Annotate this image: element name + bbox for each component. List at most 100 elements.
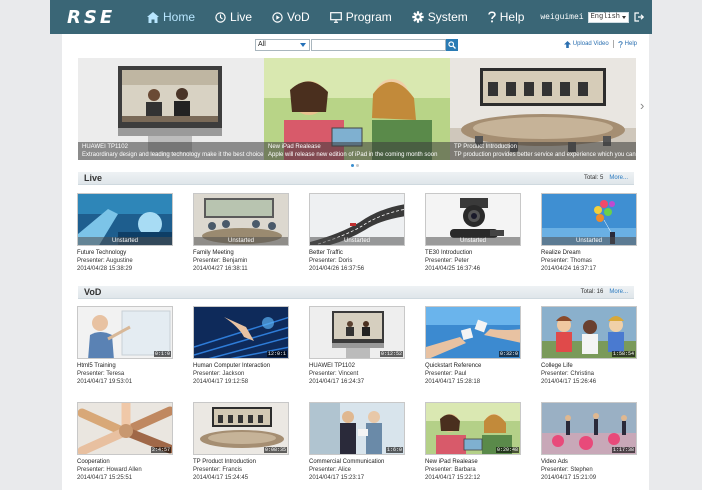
video-thumbnail[interactable]: Unstarted [541, 193, 637, 246]
video-presenter: Presenter: Christina [541, 371, 595, 377]
vod-card[interactable]: 1:17:38 Video Ads Presenter: Stephen 201… [541, 402, 637, 482]
video-duration: 0:1:0 [153, 351, 171, 357]
video-title[interactable]: Cooperation [77, 458, 173, 466]
banner-caption: TP Product Introduction TP production pr… [450, 142, 636, 160]
video-date: 2014/04/17 16:24:37 [309, 379, 365, 385]
live-card[interactable]: Unstarted Family Meeting Presenter: Benj… [193, 193, 289, 273]
video-thumbnail[interactable]: 12:0:1 [193, 306, 289, 359]
question-icon [487, 11, 496, 23]
video-thumbnail[interactable]: Unstarted [193, 193, 289, 246]
nav-program[interactable]: Program [329, 10, 392, 24]
video-title[interactable]: College Life [541, 362, 637, 370]
search-scope-select[interactable]: All [255, 39, 310, 51]
username: weiguimei [540, 12, 584, 22]
vod-card[interactable]: 2:4:57 Cooperation Presenter: Howard All… [77, 402, 173, 482]
video-title[interactable]: Human Computer Interaction [193, 362, 289, 370]
video-thumbnail[interactable]: 1:17:38 [541, 402, 637, 455]
video-date: 2014/04/17 15:24:45 [193, 475, 249, 481]
search-button[interactable] [446, 39, 458, 51]
vod-card[interactable]: 12:0:1 Human Computer Interaction Presen… [193, 306, 289, 386]
video-presenter: Presenter: Alice [309, 467, 352, 473]
search-input[interactable] [311, 39, 446, 51]
video-title[interactable]: Realize Dream [541, 249, 637, 257]
video-date: 2014/04/28 15:38:29 [77, 266, 133, 272]
video-date: 2014/04/17 19:12:58 [193, 379, 249, 385]
video-title[interactable]: Commercial Communication [309, 458, 405, 466]
logout-icon[interactable] [634, 12, 644, 22]
video-thumbnail[interactable]: 0:1:0 [77, 306, 173, 359]
video-title[interactable]: Video Ads [541, 458, 637, 466]
vod-card[interactable]: 0:20:48 New iPad Realease Presenter: Bar… [425, 402, 521, 482]
banner-slide[interactable]: New iPad Realease Apple will release new… [264, 58, 450, 160]
nav-system[interactable]: System [412, 10, 468, 24]
video-title[interactable]: New iPad Realease [425, 458, 521, 466]
nav-help[interactable]: Help [487, 10, 524, 24]
user-area: weiguimei English [540, 0, 644, 34]
video-thumbnail[interactable]: Unstarted [309, 193, 405, 246]
video-presenter: Presenter: Thomas [541, 258, 592, 264]
nav-vod[interactable]: VoD [272, 10, 310, 24]
video-title[interactable]: Quickstart Reference [425, 362, 521, 370]
video-thumbnail[interactable]: 1:58:54 [541, 306, 637, 359]
video-thumbnail[interactable]: 2:4:57 [77, 402, 173, 455]
vod-card[interactable]: 0:32:0 Quickstart Reference Presenter: P… [425, 306, 521, 386]
brand-logo[interactable]: RSE [67, 7, 147, 28]
banner-slide[interactable]: TP Product Introduction TP production pr… [450, 58, 636, 160]
language-select[interactable]: English [587, 11, 629, 23]
live-card[interactable]: Unstarted Future Technology Presenter: A… [77, 193, 173, 273]
video-duration: 1:17:38 [611, 447, 635, 453]
video-title[interactable]: TP Product Introduction [193, 458, 289, 466]
video-title[interactable]: Html5 Training [77, 362, 173, 370]
live-section-header: Live Total: 5 More... [78, 172, 634, 185]
vod-card[interactable]: 0:08:35 TP Product Introduction Presente… [193, 402, 289, 482]
video-thumbnail[interactable]: Unstarted [77, 193, 173, 246]
video-thumbnail[interactable]: 0:32:0 [425, 306, 521, 359]
home-icon [147, 11, 159, 23]
video-thumbnail[interactable]: 0:08:35 [193, 402, 289, 455]
vod-card[interactable]: 0:1:0 Html5 Training Presenter: Teresa 2… [77, 306, 173, 386]
live-card[interactable]: Unstarted Realize Dream Presenter: Thoma… [541, 193, 637, 273]
chevron-down-icon [622, 15, 626, 19]
video-duration: 0:20:48 [495, 447, 519, 453]
banner-desc: Apple will release new edition of iPad i… [268, 152, 438, 158]
video-title[interactable]: Better Traffic [309, 249, 405, 257]
upload-video-link[interactable]: Upload Video [573, 41, 609, 47]
vod-more-link[interactable]: More... [609, 289, 628, 295]
nav-live[interactable]: Live [215, 10, 252, 24]
carousel-next-arrow[interactable]: › [640, 98, 644, 113]
banner-caption: HUAWEI TP1102 Extraordinary design and l… [78, 142, 264, 160]
live-more-link[interactable]: More... [609, 175, 628, 181]
live-card[interactable]: Unstarted Better Traffic Presenter: Dori… [309, 193, 405, 273]
carousel-dot[interactable] [351, 164, 354, 167]
upload-icon [563, 40, 571, 48]
section-title: Live [84, 173, 103, 183]
video-date: 2014/04/17 15:21:09 [541, 475, 597, 481]
video-presenter: Presenter: Barbara [425, 467, 476, 473]
banner-slide[interactable]: HUAWEI TP1102 Extraordinary design and l… [78, 58, 264, 160]
banner-carousel: HUAWEI TP1102 Extraordinary design and l… [78, 58, 636, 160]
vod-card[interactable]: 1:6:0 Commercial Communication Presenter… [309, 402, 405, 482]
monitor-icon [329, 11, 342, 23]
vod-card[interactable]: 0:12:52 HUAWEI TP1102 Presenter: Vincent… [309, 306, 405, 386]
video-date: 2014/04/24 16:37:17 [541, 266, 597, 272]
video-title[interactable]: Future Technology [77, 249, 173, 257]
video-title[interactable]: TE30 Introduction [425, 249, 521, 257]
video-date: 2014/04/17 15:23:17 [309, 475, 365, 481]
video-duration: 0:12:52 [379, 351, 403, 357]
main-content: All Upload Video Help HUAWEI TP1102 Extr… [62, 34, 649, 490]
video-thumbnail[interactable]: 0:12:52 [309, 306, 405, 359]
video-thumbnail[interactable]: 1:6:0 [309, 402, 405, 455]
nav-home[interactable]: Home [147, 10, 195, 24]
vod-card[interactable]: 1:58:54 College Life Presenter: Christin… [541, 306, 637, 386]
divider [612, 40, 614, 48]
help-link[interactable]: Help [625, 41, 637, 47]
video-thumbnail[interactable]: 0:20:48 [425, 402, 521, 455]
video-date: 2014/04/17 15:26:46 [541, 379, 597, 385]
banner-title: HUAWEI TP1102 [82, 144, 128, 150]
video-presenter: Presenter: Teresa [77, 371, 125, 377]
live-card[interactable]: Unstarted TE30 Introduction Presenter: P… [425, 193, 521, 273]
video-title[interactable]: HUAWEI TP1102 [309, 362, 405, 370]
carousel-dot[interactable] [356, 164, 359, 167]
video-title[interactable]: Family Meeting [193, 249, 289, 257]
video-thumbnail[interactable]: Unstarted [425, 193, 521, 246]
